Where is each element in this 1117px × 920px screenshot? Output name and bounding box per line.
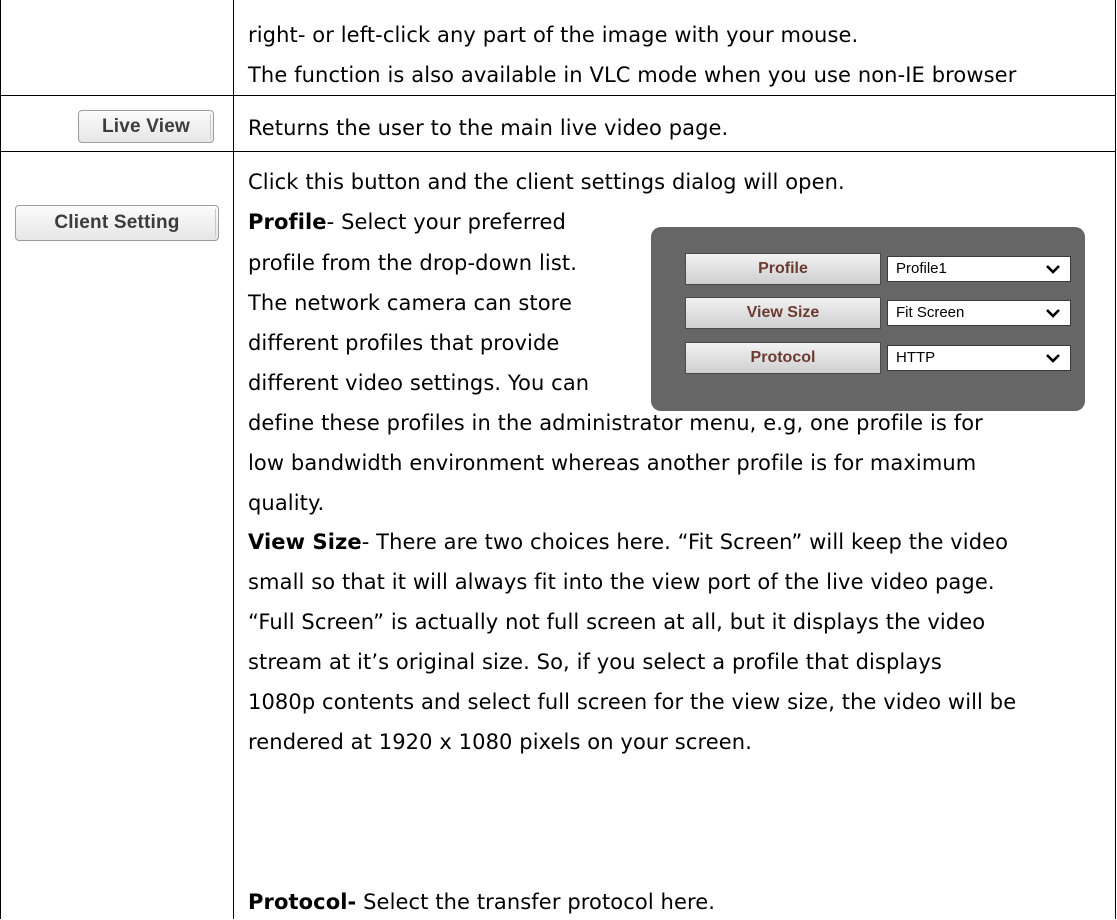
protocol-heading: Protocol-	[248, 890, 357, 914]
table-column-divider	[233, 0, 234, 919]
view-size-label: View Size	[685, 297, 881, 329]
view-size-line-5: 1080p contents and select full screen fo…	[248, 690, 1017, 714]
protocol-text: Select the transfer protocol here.	[356, 890, 716, 914]
live-view-button-label: Live View	[101, 115, 191, 137]
button-edge	[215, 209, 216, 237]
row1-line2: The function is also available in VLC mo…	[248, 63, 1017, 87]
profile-line-8: quality.	[248, 491, 325, 515]
client-settings-panel: Profile Profile1 View Size Fit Screen Pr…	[651, 227, 1085, 411]
chevron-down-icon	[1046, 265, 1060, 274]
view-size-heading: View Size	[248, 530, 362, 554]
chevron-down-icon	[1046, 309, 1060, 318]
panel-row-view-size: View Size Fit Screen	[685, 297, 1071, 329]
profile-heading: Profile	[248, 210, 327, 234]
button-edge	[210, 114, 211, 139]
view-size-line-4: stream at it’s original size. So, if you…	[248, 650, 942, 674]
profile-line-4: different profiles that provide	[248, 331, 560, 355]
table-row-divider	[0, 95, 1116, 96]
profile-line-3: The network camera can store	[248, 291, 572, 315]
profile-line-2: profile from the drop-down list.	[248, 251, 578, 275]
view-size-line-3: “Full Screen” is actually not full scree…	[248, 610, 986, 634]
view-size-line-6: rendered at 1920 x 1080 pixels on your s…	[248, 730, 752, 754]
protocol-select[interactable]: HTTP	[887, 345, 1071, 371]
panel-row-protocol: Protocol HTTP	[685, 342, 1071, 374]
table-border-left	[0, 0, 1, 919]
protocol-select-value: HTTP	[896, 349, 936, 366]
panel-row-profile: Profile Profile1	[685, 253, 1071, 285]
live-view-button[interactable]: Live View	[78, 110, 214, 143]
profile-line-5: different video settings. You can	[248, 371, 590, 395]
view-size-select-value: Fit Screen	[896, 304, 965, 321]
document-table: right- or left-click any part of the ima…	[0, 0, 1117, 919]
table-row-divider	[0, 151, 1116, 152]
table-border-right	[1115, 0, 1116, 919]
chevron-down-icon	[1046, 354, 1060, 363]
row1-line1: right- or left-click any part of the ima…	[248, 23, 859, 47]
client-setting-intro: Click this button and the client setting…	[248, 170, 845, 194]
view-size-select[interactable]: Fit Screen	[887, 300, 1071, 326]
client-setting-button-label: Client Setting	[54, 212, 180, 233]
profile-select-value: Profile1	[896, 260, 947, 277]
client-setting-button[interactable]: Client Setting	[15, 205, 219, 241]
view-size-text: - There are two choices here. “Fit Scree…	[361, 530, 1009, 554]
protocol-line: Protocol- Select the transfer protocol h…	[248, 884, 715, 920]
profile-select[interactable]: Profile1	[887, 256, 1071, 282]
view-size-line-2: small so that it will always fit into th…	[248, 570, 995, 594]
profile-line-7: low bandwidth environment whereas anothe…	[248, 451, 977, 475]
view-size-line-1: View Size- There are two choices here. “…	[248, 524, 1008, 560]
protocol-label: Protocol	[685, 342, 881, 374]
profile-line-1: Profile- Select your preferred	[248, 204, 566, 240]
profile-text: - Select your preferred	[326, 210, 566, 234]
live-view-description: Returns the user to the main live video …	[248, 116, 729, 140]
profile-label: Profile	[685, 253, 881, 285]
